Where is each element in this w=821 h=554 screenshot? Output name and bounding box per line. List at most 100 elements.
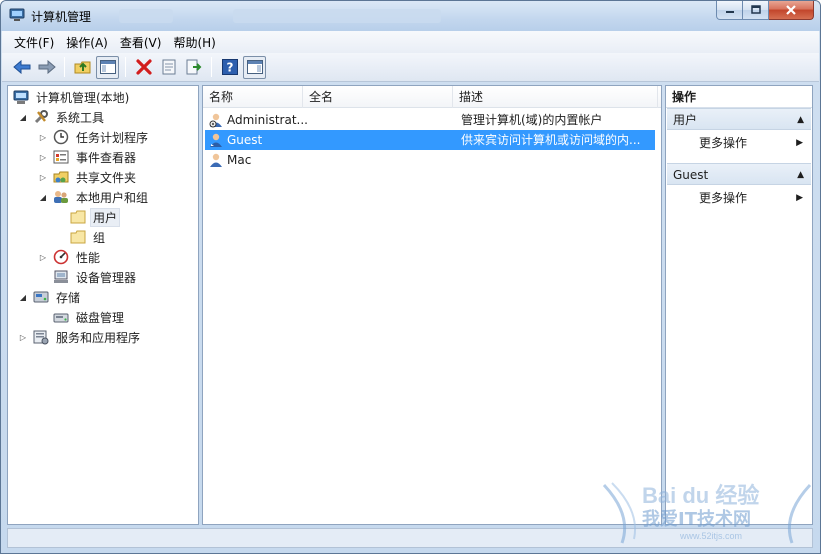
title-bar[interactable]: 计算机管理 <box>1 1 820 31</box>
tree-item-system-tools[interactable]: ◢ 系统工具 <box>18 107 107 127</box>
collapse-up-icon[interactable]: ▲ <box>797 164 804 186</box>
tree-item-services-apps[interactable]: ▷ 服务和应用程序 <box>18 327 143 347</box>
minimize-button[interactable] <box>716 1 743 20</box>
table-row[interactable]: Guest 供来宾访问计算机或访问域的内... <box>205 130 655 150</box>
expand-arrow-icon[interactable]: ▷ <box>18 332 28 342</box>
toolbar: ? <box>2 53 819 82</box>
maximize-button[interactable] <box>743 1 769 20</box>
actions-item-more-users[interactable]: 更多操作 ▶ <box>667 132 811 154</box>
expand-arrow-icon[interactable]: ▷ <box>38 152 48 162</box>
actions-item-label: 更多操作 <box>699 136 748 150</box>
export-list-button[interactable] <box>182 56 205 79</box>
tree-label: 任务计划程序 <box>76 130 149 145</box>
properties-icon <box>162 59 175 75</box>
help-icon: ? <box>221 59 238 75</box>
console-tree-icon <box>99 60 116 74</box>
help-button[interactable]: ? <box>218 56 241 79</box>
column-header-description[interactable]: 描述 <box>453 86 658 108</box>
tree-item-performance[interactable]: ▷ 性能 <box>38 247 103 267</box>
folder-icon <box>69 229 87 245</box>
tree-item-groups[interactable]: 组 <box>69 227 108 247</box>
collapse-arrow-icon[interactable]: ◢ <box>18 292 28 302</box>
expand-arrow-icon[interactable]: ▷ <box>38 132 48 142</box>
user-icon <box>208 130 226 150</box>
actions-group-guest[interactable]: Guest ▲ <box>667 163 811 185</box>
submenu-arrow-icon: ▶ <box>796 138 803 148</box>
storage-icon <box>32 289 50 305</box>
column-header-name[interactable]: 名称 <box>203 86 303 108</box>
tree-item-disk-management[interactable]: 磁盘管理 <box>52 307 127 327</box>
delete-button[interactable] <box>132 56 155 79</box>
toolbar-separator <box>125 57 126 77</box>
tree-item-event-viewer[interactable]: ▷ 事件查看器 <box>38 147 139 167</box>
expand-arrow-icon[interactable]: ▷ <box>38 172 48 182</box>
folder-up-icon <box>74 61 90 74</box>
tree-label: 设备管理器 <box>76 270 137 285</box>
user-fullname <box>309 130 449 150</box>
user-icon <box>208 150 226 170</box>
actions-pane: 操作 用户 ▲ 更多操作 ▶ Guest ▲ 更多操作 ▶ <box>665 85 813 525</box>
collapse-arrow-icon[interactable]: ◢ <box>38 192 48 202</box>
actions-group-label: Guest <box>673 168 709 182</box>
status-bar <box>7 528 813 548</box>
action-pane-icon <box>246 60 263 74</box>
tree-item-local-users-groups[interactable]: ◢ 本地用户和组 <box>38 187 151 207</box>
export-icon <box>186 59 201 75</box>
show-hide-tree-button[interactable] <box>96 55 119 79</box>
tree-label: 服务和应用程序 <box>56 330 141 345</box>
users-list: 名称 全名 描述 Administrat... 管理计算机(域)的内置帐户 Gu… <box>202 85 662 525</box>
tree-label: 事件查看器 <box>76 150 137 165</box>
show-hide-action-pane-button[interactable] <box>243 55 266 79</box>
toolbar-separator <box>211 57 212 77</box>
caption-buttons <box>716 1 814 21</box>
menu-file[interactable]: 文件(F) <box>8 34 60 51</box>
tree-item-task-scheduler[interactable]: ▷ 任务计划程序 <box>38 127 151 147</box>
actions-item-label: 更多操作 <box>699 191 748 205</box>
title-blur <box>233 9 441 23</box>
table-row[interactable]: Mac <box>205 150 655 170</box>
table-row[interactable]: Administrat... 管理计算机(域)的内置帐户 <box>205 110 655 130</box>
collapse-arrow-icon[interactable]: ◢ <box>18 112 28 122</box>
column-header-fullname[interactable]: 全名 <box>303 86 453 108</box>
forward-arrow-icon <box>38 60 56 74</box>
collapse-up-icon[interactable]: ▲ <box>797 109 804 131</box>
tree-item-users[interactable]: 用户 <box>69 207 121 227</box>
menu-action[interactable]: 操作(A) <box>60 34 114 51</box>
console-tree: 计算机管理(本地) ◢ 系统工具 ▷ 任务计划程序 ▷ 事件查看器 ▷ 共享文件… <box>7 85 199 525</box>
user-description <box>461 150 651 170</box>
back-button[interactable] <box>10 56 33 79</box>
user-name: Mac <box>227 153 252 167</box>
back-arrow-icon <box>12 60 30 74</box>
performance-icon <box>52 249 70 265</box>
tree-item-storage[interactable]: ◢ 存储 <box>18 287 83 307</box>
close-icon <box>786 5 796 15</box>
actions-item-more-guest[interactable]: 更多操作 ▶ <box>667 187 811 209</box>
submenu-arrow-icon: ▶ <box>796 193 803 203</box>
close-button[interactable] <box>769 1 814 20</box>
computer-management-icon <box>12 89 30 105</box>
tree-item-root[interactable]: 计算机管理(本地) <box>12 87 132 107</box>
device-manager-icon <box>52 269 70 285</box>
menu-view[interactable]: 查看(V) <box>114 34 168 51</box>
tree-label: 性能 <box>76 250 101 265</box>
actions-group-users[interactable]: 用户 ▲ <box>667 108 811 130</box>
user-fullname <box>309 110 449 130</box>
tree-label: 磁盘管理 <box>76 310 125 325</box>
properties-button[interactable] <box>157 56 180 79</box>
tree-label: 计算机管理(本地) <box>36 90 130 105</box>
expand-arrow-icon[interactable]: ▷ <box>38 252 48 262</box>
menu-bar: 文件(F) 操作(A) 查看(V) 帮助(H) <box>2 31 819 53</box>
maximize-icon <box>750 5 761 14</box>
app-window: 计算机管理 文件(F) 操作(A) 查看(V) 帮助(H) ? 计算机管理(本地… <box>0 0 821 554</box>
up-level-button[interactable] <box>71 56 94 79</box>
tree-label: 共享文件夹 <box>76 170 137 185</box>
toolbar-separator <box>64 57 65 77</box>
tree-item-device-manager[interactable]: 设备管理器 <box>52 267 139 287</box>
user-name: Guest <box>227 133 263 147</box>
tree-label: 组 <box>93 230 106 245</box>
tree-item-shared-folders[interactable]: ▷ 共享文件夹 <box>38 167 139 187</box>
menu-help[interactable]: 帮助(H) <box>167 34 221 51</box>
user-description: 供来宾访问计算机或访问域的内... <box>461 133 641 147</box>
forward-button[interactable] <box>35 56 58 79</box>
disk-icon <box>52 309 70 325</box>
